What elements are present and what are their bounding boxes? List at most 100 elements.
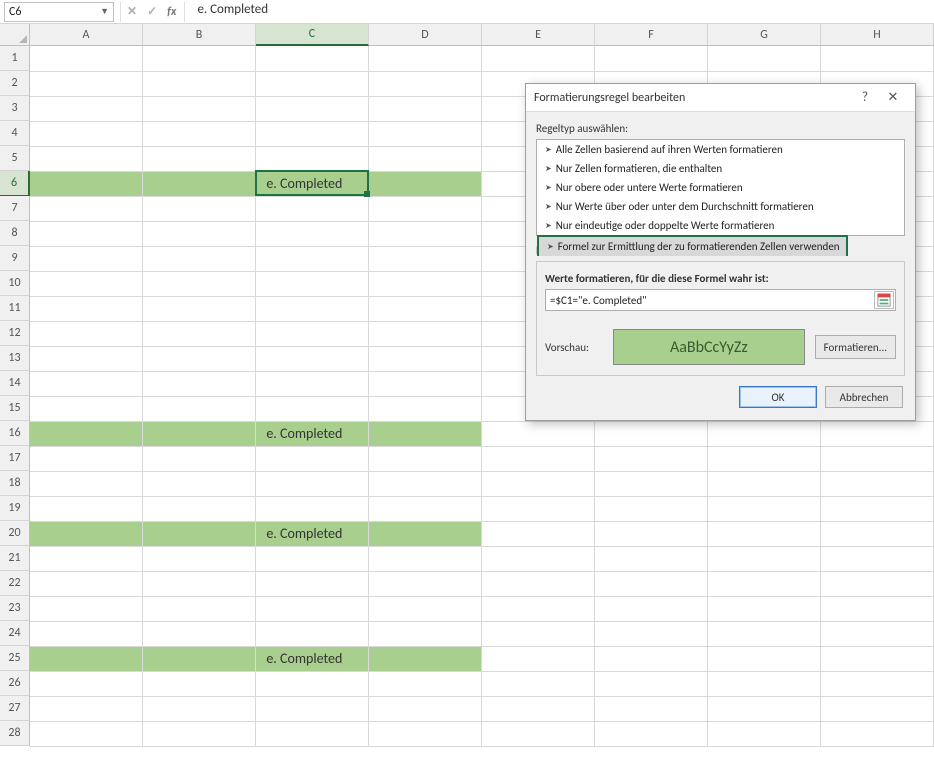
select-all-corner[interactable] [0,24,30,46]
cell-B22[interactable] [143,571,256,596]
cell-D17[interactable] [369,446,482,471]
cell-A25[interactable] [30,646,143,671]
row-header-13[interactable]: 13 [0,346,30,371]
cell-D3[interactable] [369,96,482,121]
row-header-27[interactable]: 27 [0,696,30,721]
cell-B11[interactable] [143,296,256,321]
cell-B23[interactable] [143,596,256,621]
cell-B5[interactable] [143,146,256,171]
cell-C1[interactable] [256,46,369,71]
cell-A11[interactable] [30,296,143,321]
cell-F22[interactable] [595,571,708,596]
cell-A27[interactable] [30,696,143,721]
cell-A1[interactable] [30,46,143,71]
cell-D1[interactable] [369,46,482,71]
cell-A5[interactable] [30,146,143,171]
row-header-19[interactable]: 19 [0,496,30,521]
formula-input[interactable]: e. Completed [191,2,934,22]
cell-B3[interactable] [143,96,256,121]
cell-B24[interactable] [143,621,256,646]
cell-G21[interactable] [708,546,821,571]
cell-F28[interactable] [595,721,708,746]
cell-G16[interactable] [708,421,821,446]
column-header-B[interactable]: B [143,24,256,46]
row-header-20[interactable]: 20 [0,521,30,546]
row-header-12[interactable]: 12 [0,321,30,346]
cell-H17[interactable] [821,446,934,471]
cell-G24[interactable] [708,621,821,646]
cell-G20[interactable] [708,521,821,546]
cell-A22[interactable] [30,571,143,596]
cell-D7[interactable] [369,196,482,221]
column-header-E[interactable]: E [482,24,595,46]
cell-D16[interactable] [369,421,482,446]
rule-type-option[interactable]: Nur eindeutige oder doppelte Werte forma… [537,216,904,235]
cell-F26[interactable] [595,671,708,696]
cell-C3[interactable] [256,96,369,121]
cell-B9[interactable] [143,246,256,271]
rule-type-option[interactable]: Nur obere oder untere Werte formatieren [537,178,904,197]
cell-D15[interactable] [369,396,482,421]
cell-A28[interactable] [30,721,143,746]
row-header-26[interactable]: 26 [0,671,30,696]
cell-D19[interactable] [369,496,482,521]
cell-A13[interactable] [30,346,143,371]
cell-G27[interactable] [708,696,821,721]
cell-B18[interactable] [143,471,256,496]
cell-A9[interactable] [30,246,143,271]
cell-C20[interactable]: e. Completed [256,521,369,546]
row-header-23[interactable]: 23 [0,596,30,621]
cell-B28[interactable] [143,721,256,746]
row-header-9[interactable]: 9 [0,246,30,271]
cell-C17[interactable] [256,446,369,471]
cell-G1[interactable] [708,46,821,71]
cell-B16[interactable] [143,421,256,446]
cell-C12[interactable] [256,321,369,346]
cell-E20[interactable] [482,521,595,546]
cell-G23[interactable] [708,596,821,621]
dialog-titlebar[interactable]: Formatierungsregel bearbeiten ? ✕ [526,84,915,112]
cell-E18[interactable] [482,471,595,496]
row-header-14[interactable]: 14 [0,371,30,396]
cell-H19[interactable] [821,496,934,521]
cell-C10[interactable] [256,271,369,296]
cell-A2[interactable] [30,71,143,96]
cell-D20[interactable] [369,521,482,546]
rule-type-option[interactable]: Alle Zellen basierend auf ihren Werten f… [537,140,904,159]
cell-F21[interactable] [595,546,708,571]
row-header-3[interactable]: 3 [0,96,30,121]
cancel-formula-button[interactable]: ✕ [127,4,137,19]
cell-A20[interactable] [30,521,143,546]
fx-icon[interactable]: fx [167,5,178,19]
cell-A16[interactable] [30,421,143,446]
rule-type-list[interactable]: Alle Zellen basierend auf ihren Werten f… [536,139,905,236]
cell-H27[interactable] [821,696,934,721]
cell-F19[interactable] [595,496,708,521]
cell-E23[interactable] [482,596,595,621]
cell-B10[interactable] [143,271,256,296]
cell-D27[interactable] [369,696,482,721]
cell-C13[interactable] [256,346,369,371]
cell-B17[interactable] [143,446,256,471]
cell-H16[interactable] [821,421,934,446]
cell-H18[interactable] [821,471,934,496]
cell-D21[interactable] [369,546,482,571]
cell-C14[interactable] [256,371,369,396]
close-button[interactable]: ✕ [879,90,907,105]
cell-G26[interactable] [708,671,821,696]
cell-F25[interactable] [595,646,708,671]
column-header-D[interactable]: D [369,24,482,46]
cell-C24[interactable] [256,621,369,646]
column-header-C[interactable]: C [256,24,369,46]
cell-C6[interactable]: e. Completed [256,171,369,196]
row-header-24[interactable]: 24 [0,621,30,646]
cell-A8[interactable] [30,221,143,246]
row-header-16[interactable]: 16 [0,421,30,446]
cell-E1[interactable] [482,46,595,71]
cell-A26[interactable] [30,671,143,696]
cell-H22[interactable] [821,571,934,596]
cell-A15[interactable] [30,396,143,421]
chevron-down-icon[interactable]: ▼ [100,6,109,17]
cell-H1[interactable] [821,46,934,71]
row-header-11[interactable]: 11 [0,296,30,321]
